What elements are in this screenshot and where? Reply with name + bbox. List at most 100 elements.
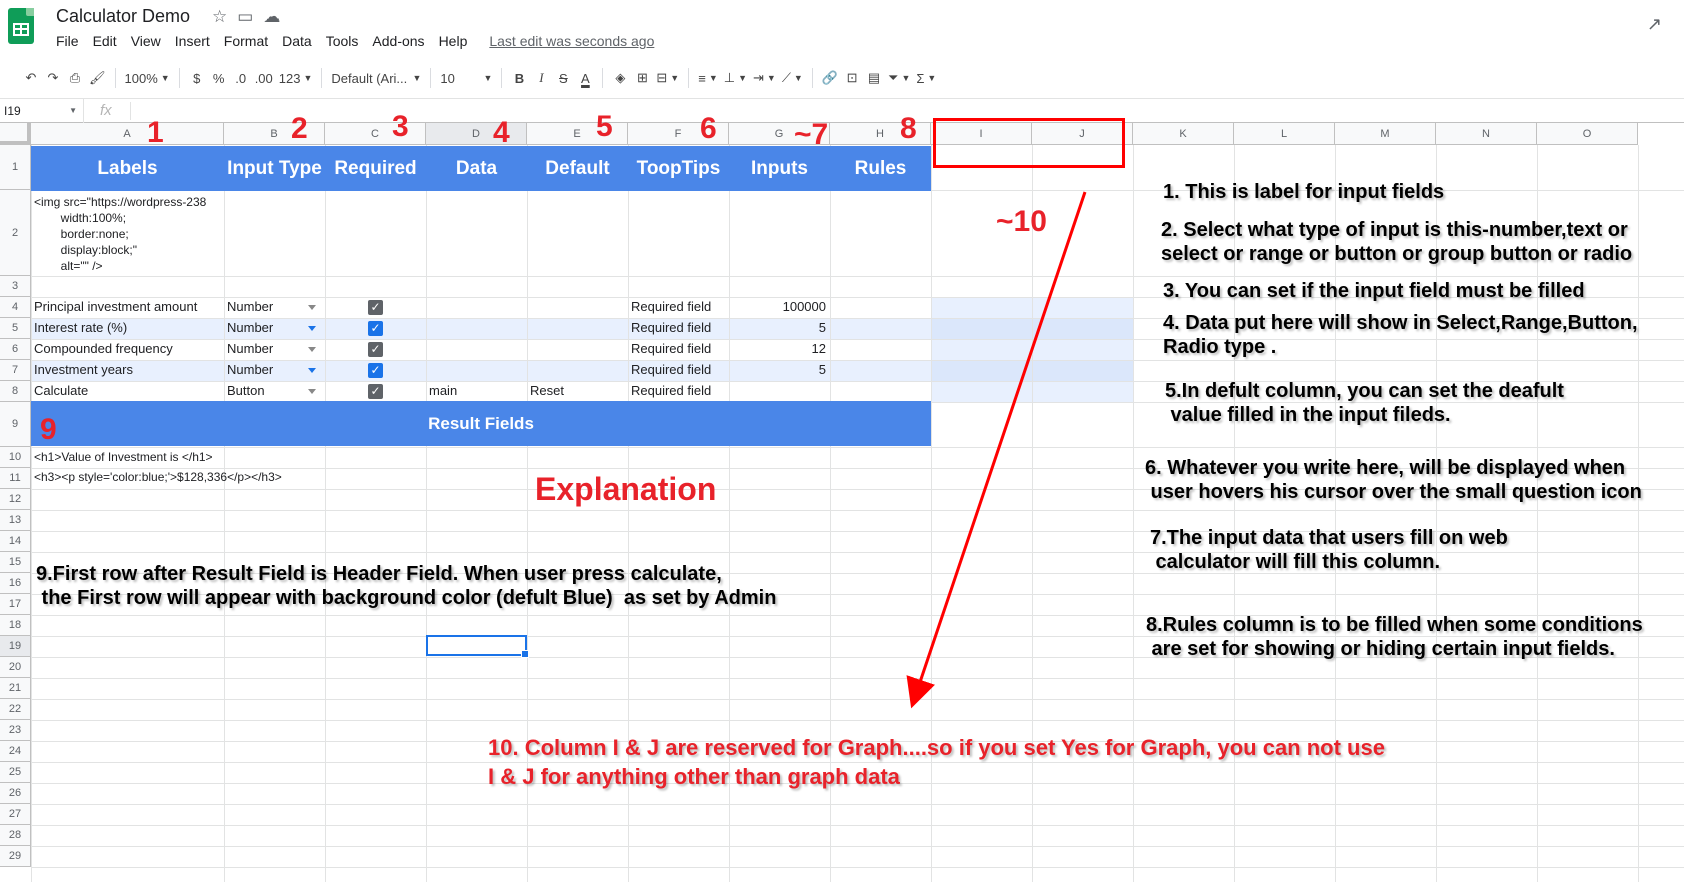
chevron-down-icon[interactable] bbox=[308, 347, 316, 352]
cell-default[interactable] bbox=[530, 318, 625, 338]
more-formats-button[interactable]: 123 ▼ bbox=[276, 66, 316, 90]
column-header-n[interactable]: N bbox=[1436, 123, 1537, 145]
required-checkbox[interactable]: ✓ bbox=[368, 321, 383, 336]
insert-link-icon[interactable]: 🔗 bbox=[819, 66, 841, 90]
input-type-dropdown[interactable]: Number bbox=[227, 297, 317, 317]
font-size-select[interactable]: 10 ▼ bbox=[437, 66, 495, 90]
header-cell-rules[interactable]: Rules bbox=[830, 146, 931, 191]
result-row-value[interactable]: <h3><p style='color:blue;'>$128,336</p><… bbox=[34, 467, 434, 487]
print-icon[interactable]: ⎙ bbox=[64, 66, 86, 90]
menu-addons[interactable]: Add-ons bbox=[372, 33, 424, 49]
cell-label[interactable]: Calculate bbox=[34, 381, 224, 401]
document-title[interactable]: Calculator Demo bbox=[56, 6, 190, 27]
row-header-8[interactable]: 8 bbox=[0, 381, 31, 402]
input-type-dropdown[interactable]: Number bbox=[227, 318, 317, 338]
cell-data[interactable] bbox=[429, 297, 524, 317]
cell-tooltip[interactable]: Required field bbox=[631, 339, 726, 359]
header-cell-labels[interactable]: Labels bbox=[31, 146, 224, 191]
text-color-button[interactable]: A bbox=[574, 66, 596, 90]
row-header-28[interactable]: 28 bbox=[0, 825, 31, 846]
cell-tooltip[interactable]: Required field bbox=[631, 381, 726, 401]
row-header-1[interactable]: 1 bbox=[0, 145, 31, 190]
row-header-24[interactable]: 24 bbox=[0, 741, 31, 762]
font-family-select[interactable]: Default (Ari... ▼ bbox=[328, 66, 424, 90]
text-rotation-icon[interactable]: ⟋ ▼ bbox=[779, 66, 806, 90]
header-cell-inputs[interactable]: Inputs bbox=[729, 146, 830, 191]
row-header-14[interactable]: 14 bbox=[0, 531, 31, 552]
chevron-down-icon[interactable] bbox=[308, 305, 316, 310]
cell-default[interactable]: Reset bbox=[530, 381, 625, 401]
filter-icon[interactable]: ⏷ ▼ bbox=[885, 66, 913, 90]
cell-label[interactable]: Investment years bbox=[34, 360, 224, 380]
menu-edit[interactable]: Edit bbox=[93, 33, 117, 49]
borders-icon[interactable]: ⊞ bbox=[631, 66, 653, 90]
paint-format-icon[interactable]: 🖌 bbox=[86, 66, 109, 90]
menu-insert[interactable]: Insert bbox=[175, 33, 210, 49]
result-fields-label[interactable]: Result Fields bbox=[31, 401, 931, 446]
cell-data[interactable] bbox=[429, 360, 524, 380]
cell-label[interactable]: Interest rate (%) bbox=[34, 318, 224, 338]
selected-cell-d19[interactable] bbox=[426, 635, 529, 658]
header-cell-input-type[interactable]: Input Type bbox=[224, 146, 325, 191]
select-all-corner[interactable] bbox=[0, 123, 31, 145]
redo-icon[interactable]: ↷ bbox=[42, 66, 64, 90]
menu-help[interactable]: Help bbox=[439, 33, 468, 49]
currency-format-button[interactable]: $ bbox=[186, 66, 208, 90]
cell-data[interactable] bbox=[429, 339, 524, 359]
cell-input[interactable]: 5 bbox=[729, 360, 826, 380]
fill-color-icon[interactable]: ◈ bbox=[609, 66, 631, 90]
row-header-23[interactable]: 23 bbox=[0, 720, 31, 741]
row-header-10[interactable]: 10 bbox=[0, 447, 31, 468]
required-checkbox[interactable]: ✓ bbox=[368, 342, 383, 357]
row-header-7[interactable]: 7 bbox=[0, 360, 31, 381]
header-cell-data[interactable]: Data bbox=[426, 146, 527, 191]
undo-icon[interactable]: ↶ bbox=[20, 66, 42, 90]
cell-tooltip[interactable]: Required field bbox=[631, 318, 726, 338]
move-folder-icon[interactable]: ▭ bbox=[237, 7, 253, 27]
row-header-19[interactable]: 19 bbox=[0, 636, 31, 657]
column-header-e[interactable]: E bbox=[527, 123, 628, 145]
cell-data[interactable]: main bbox=[429, 381, 524, 401]
increase-decimal-button[interactable]: .00 bbox=[252, 66, 276, 90]
chevron-down-icon[interactable] bbox=[308, 368, 316, 373]
header-cell-required[interactable]: Required bbox=[325, 146, 426, 191]
row-header-11[interactable]: 11 bbox=[0, 468, 31, 489]
cell-default[interactable] bbox=[530, 297, 625, 317]
italic-button[interactable]: I bbox=[530, 66, 552, 90]
activity-trend-icon[interactable]: ↗ bbox=[1647, 14, 1662, 35]
row-header-20[interactable]: 20 bbox=[0, 657, 31, 678]
functions-icon[interactable]: Σ ▼ bbox=[913, 66, 939, 90]
required-checkbox[interactable]: ✓ bbox=[368, 300, 383, 315]
header-cell-tooptips[interactable]: ToopTips bbox=[628, 146, 729, 191]
text-wrap-icon[interactable]: ⇥ ▼ bbox=[750, 66, 779, 90]
sheets-logo-icon[interactable] bbox=[8, 8, 34, 44]
row-header-6[interactable]: 6 bbox=[0, 339, 31, 360]
decrease-decimal-button[interactable]: .0 bbox=[230, 66, 252, 90]
column-header-a[interactable]: A bbox=[31, 123, 224, 145]
cell-label[interactable]: Principal investment amount bbox=[34, 297, 224, 317]
insert-chart-icon[interactable]: ▤ bbox=[863, 66, 885, 90]
row-header-15[interactable]: 15 bbox=[0, 552, 31, 573]
vertical-align-icon[interactable]: ⊥ ▼ bbox=[721, 66, 750, 90]
name-box[interactable]: I19 ▼ bbox=[0, 99, 84, 123]
result-row-header[interactable]: <h1>Value of Investment is </h1> bbox=[34, 447, 434, 467]
row-header-9[interactable]: 9 bbox=[0, 402, 31, 447]
column-header-d[interactable]: D bbox=[426, 123, 527, 145]
header-cell-default[interactable]: Default bbox=[527, 146, 628, 191]
column-header-m[interactable]: M bbox=[1335, 123, 1436, 145]
cell-input[interactable]: 5 bbox=[729, 318, 826, 338]
percent-format-button[interactable]: % bbox=[208, 66, 230, 90]
row-header-25[interactable]: 25 bbox=[0, 762, 31, 783]
required-checkbox[interactable]: ✓ bbox=[368, 384, 383, 399]
menu-format[interactable]: Format bbox=[224, 33, 268, 49]
zoom-select[interactable]: 100% ▼ bbox=[122, 66, 173, 90]
star-icon[interactable]: ☆ bbox=[212, 7, 227, 27]
chevron-down-icon[interactable] bbox=[308, 326, 316, 331]
column-header-l[interactable]: L bbox=[1234, 123, 1335, 145]
image-cell-a2[interactable]: <img src="https://wordpress-238 width:10… bbox=[34, 194, 222, 274]
column-header-b[interactable]: B bbox=[224, 123, 325, 145]
cell-default[interactable] bbox=[530, 339, 625, 359]
menu-tools[interactable]: Tools bbox=[326, 33, 359, 49]
row-header-21[interactable]: 21 bbox=[0, 678, 31, 699]
input-type-dropdown[interactable]: Number bbox=[227, 339, 317, 359]
